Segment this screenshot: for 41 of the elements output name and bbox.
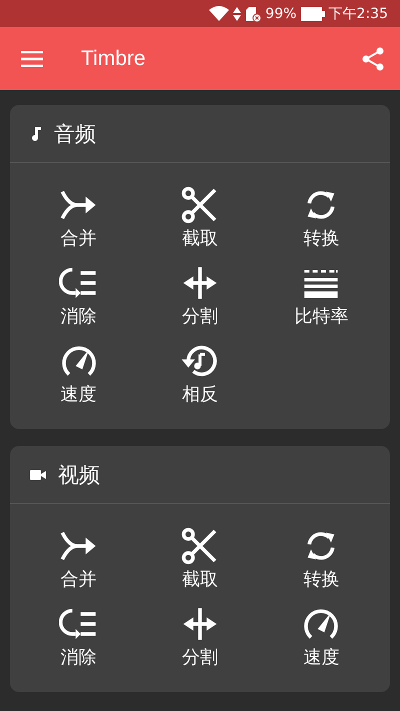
data-arrows-icon <box>233 6 242 22</box>
sd-card-icon <box>245 6 262 22</box>
tool-label: 截取 <box>182 568 218 592</box>
tool-label: 比特率 <box>294 305 348 329</box>
wifi-icon <box>209 6 230 22</box>
section-title: 视频 <box>58 462 100 488</box>
video-camera-icon <box>30 468 46 480</box>
section-title: 音频 <box>54 120 96 148</box>
battery-icon <box>300 6 325 20</box>
clock: 下午2:35 <box>328 4 388 22</box>
tool-label: 消除 <box>60 305 97 329</box>
tool-item[interactable]: 转换 <box>260 185 382 251</box>
tool-item[interactable]: 速度 <box>260 604 382 670</box>
tool-label: 消除 <box>60 646 97 670</box>
tool-item[interactable]: 分割 <box>139 263 261 329</box>
tool-label: 分割 <box>182 646 218 670</box>
tool-label: 速度 <box>60 383 97 407</box>
tool-item[interactable]: 截取 <box>139 185 261 251</box>
tool-label: 速度 <box>303 646 340 670</box>
tool-label: 转换 <box>303 227 340 251</box>
tool-label: 转换 <box>303 568 340 592</box>
tool-item[interactable]: 消除 <box>18 604 140 670</box>
battery-percent: 99% <box>265 6 297 22</box>
tool-item[interactable]: 速度 <box>18 341 140 407</box>
tool-label: 分割 <box>182 305 218 329</box>
tool-label: 合并 <box>60 227 97 251</box>
menu-icon[interactable] <box>21 50 43 66</box>
tool-label: 相反 <box>182 383 218 407</box>
tool-item[interactable]: 比特率 <box>260 263 382 329</box>
tool-item[interactable]: 合并 <box>18 526 140 592</box>
tool-item[interactable]: 转换 <box>260 526 382 592</box>
tool-item[interactable]: 截取 <box>139 526 261 592</box>
app-title: Timbre <box>81 46 147 70</box>
tool-item[interactable]: 合并 <box>18 185 140 251</box>
tool-item[interactable]: 分割 <box>139 604 261 670</box>
share-icon[interactable] <box>362 46 384 70</box>
tool-item[interactable]: 消除 <box>18 263 140 329</box>
tool-label: 截取 <box>182 227 218 251</box>
music-note-icon <box>30 126 42 142</box>
tool-item[interactable]: 相反 <box>139 341 261 407</box>
tool-label: 合并 <box>60 568 97 592</box>
